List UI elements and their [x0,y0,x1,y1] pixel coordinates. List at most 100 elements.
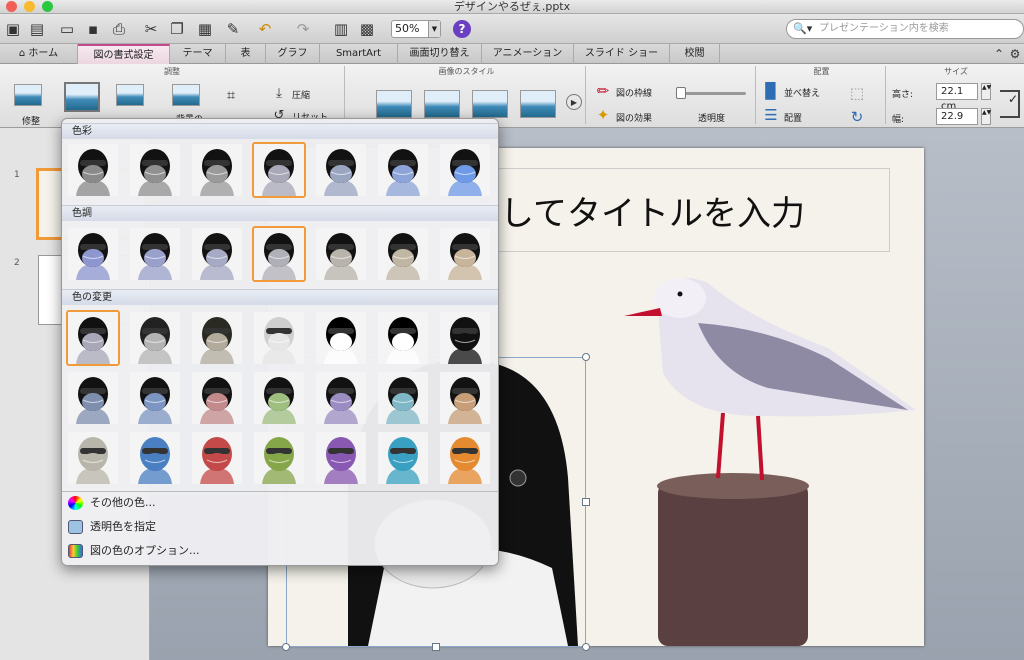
cut-icon[interactable]: ✂ [140,18,162,40]
redo-icon[interactable]: ↷ [292,18,314,40]
open-folder-icon[interactable]: ▭ [56,18,78,40]
saturation-swatch[interactable] [438,142,492,198]
recolor-swatch[interactable] [128,370,182,426]
resize-handle[interactable] [432,643,440,651]
effects-icon[interactable]: ✦ [592,104,614,126]
new-slide-icon[interactable]: ▤ [26,18,48,40]
recolor-swatch[interactable] [314,430,368,486]
recolor-swatch[interactable] [190,310,244,366]
tab-tables[interactable]: 表 [226,44,266,64]
reorder-icon[interactable]: ▉ [760,80,782,102]
recolor-swatch[interactable] [438,310,492,366]
minimize-window-button[interactable] [24,1,35,12]
color-button[interactable] [64,82,100,112]
recolor-swatch[interactable] [314,370,368,426]
tone-swatch[interactable] [314,226,368,282]
saturation-swatch[interactable] [66,142,120,198]
remove-background-icon[interactable] [172,84,200,106]
saturation-swatch[interactable] [376,142,430,198]
recolor-swatch[interactable] [66,430,120,486]
recolor-swatch[interactable] [376,370,430,426]
saturation-swatch[interactable] [314,142,368,198]
media-browser-icon[interactable]: ▩ [356,18,378,40]
close-window-button[interactable] [6,1,17,12]
tone-swatch[interactable] [252,226,306,282]
transparency-slider[interactable] [680,92,746,95]
border-icon[interactable]: ✏ [592,80,614,102]
height-stepper[interactable]: ▲▼ [981,83,991,100]
recolor-swatch[interactable] [252,430,306,486]
recolor-swatch[interactable] [376,310,430,366]
transparency-slider-thumb[interactable] [676,87,686,99]
recolor-swatch[interactable] [190,370,244,426]
more-colors-item[interactable]: その他の色... [68,493,156,513]
tab-smartart[interactable]: SmartArt [320,44,398,64]
tone-swatch[interactable] [438,226,492,282]
picture-style-3[interactable] [472,90,508,118]
width-stepper[interactable]: ▲▼ [981,108,991,125]
paste-icon[interactable]: ▦ [194,18,216,40]
picture-style-1[interactable] [376,90,412,118]
zoom-select[interactable]: 50% ▼ [391,20,441,38]
copy-icon[interactable]: ❐ [166,18,188,40]
resize-handle[interactable] [582,643,590,651]
set-transparent-color-item[interactable]: 透明色を指定 [68,517,156,537]
tab-slide-show[interactable]: スライド ショー [574,44,670,64]
lock-aspect-checkbox[interactable]: ✓ [1000,90,1020,118]
picture-style-2[interactable] [424,90,460,118]
recolor-swatch[interactable] [128,310,182,366]
artistic-effects-icon[interactable] [116,84,144,106]
picture-color-options-item[interactable]: 図の色のオプション... [68,541,200,561]
group-objects-icon[interactable]: ⬚ [846,82,868,104]
tab-home[interactable]: ⌂ ホーム [0,44,78,64]
height-field[interactable]: 22.1 cm [936,83,978,112]
new-presentation-icon[interactable]: ▣ [2,18,24,40]
picture-style-4[interactable] [520,90,556,118]
compress-icon[interactable]: ⤓ [268,82,290,104]
tone-swatch[interactable] [190,226,244,282]
recolor-swatch[interactable] [252,310,306,366]
resize-handle[interactable] [582,353,590,361]
recolor-swatch[interactable] [190,430,244,486]
align-button[interactable]: 配置 [784,111,802,124]
tab-picture-format[interactable]: 図の書式設定 [78,44,170,64]
saturation-swatch[interactable] [190,142,244,198]
compress-button[interactable]: 圧縮 [292,88,310,101]
save-icon[interactable]: ▪ [82,18,104,40]
tone-swatch[interactable] [66,226,120,282]
saturation-swatch[interactable] [252,142,306,198]
search-input[interactable]: 🔍▾ プレゼンテーション内を検索 [786,19,1024,39]
reorder-button[interactable]: 並べ替え [784,86,820,99]
recolor-swatch[interactable] [376,430,430,486]
align-icon[interactable]: ☰ [760,104,782,126]
ribbon-settings-icon[interactable]: ⚙ [1004,43,1024,65]
recolor-swatch[interactable] [438,430,492,486]
tone-swatch[interactable] [376,226,430,282]
tone-swatch[interactable] [128,226,182,282]
crop-icon[interactable]: ⌗ [220,84,242,106]
corrections-icon[interactable] [14,84,42,106]
recolor-swatch[interactable] [66,310,120,366]
zoom-window-button[interactable] [42,1,53,12]
effects-button[interactable]: 図の効果 [616,111,652,124]
tab-review[interactable]: 校閲 [670,44,720,64]
recolor-swatch[interactable] [438,370,492,426]
gallery-icon[interactable]: ▥ [330,18,352,40]
recolor-swatch[interactable] [128,430,182,486]
slide-title-text[interactable]: してタイトルを入力 [500,186,805,235]
tab-charts[interactable]: グラフ [266,44,320,64]
rotate-icon[interactable]: ↻ [846,106,868,128]
help-icon[interactable]: ? [453,20,471,38]
tab-themes[interactable]: テーマ [170,44,226,64]
recolor-swatch[interactable] [66,370,120,426]
saturation-swatch[interactable] [128,142,182,198]
undo-icon[interactable]: ↶ [254,18,276,40]
border-button[interactable]: 図の枠線 [616,86,652,99]
recolor-swatch[interactable] [314,310,368,366]
play-icon[interactable]: ▶ [566,94,582,110]
tab-transitions[interactable]: 画面切り替え [398,44,482,64]
width-field[interactable]: 22.9 cm [936,108,978,137]
print-icon[interactable]: ⎙ [108,18,130,40]
format-painter-icon[interactable]: ✎ [222,18,244,40]
recolor-swatch[interactable] [252,370,306,426]
